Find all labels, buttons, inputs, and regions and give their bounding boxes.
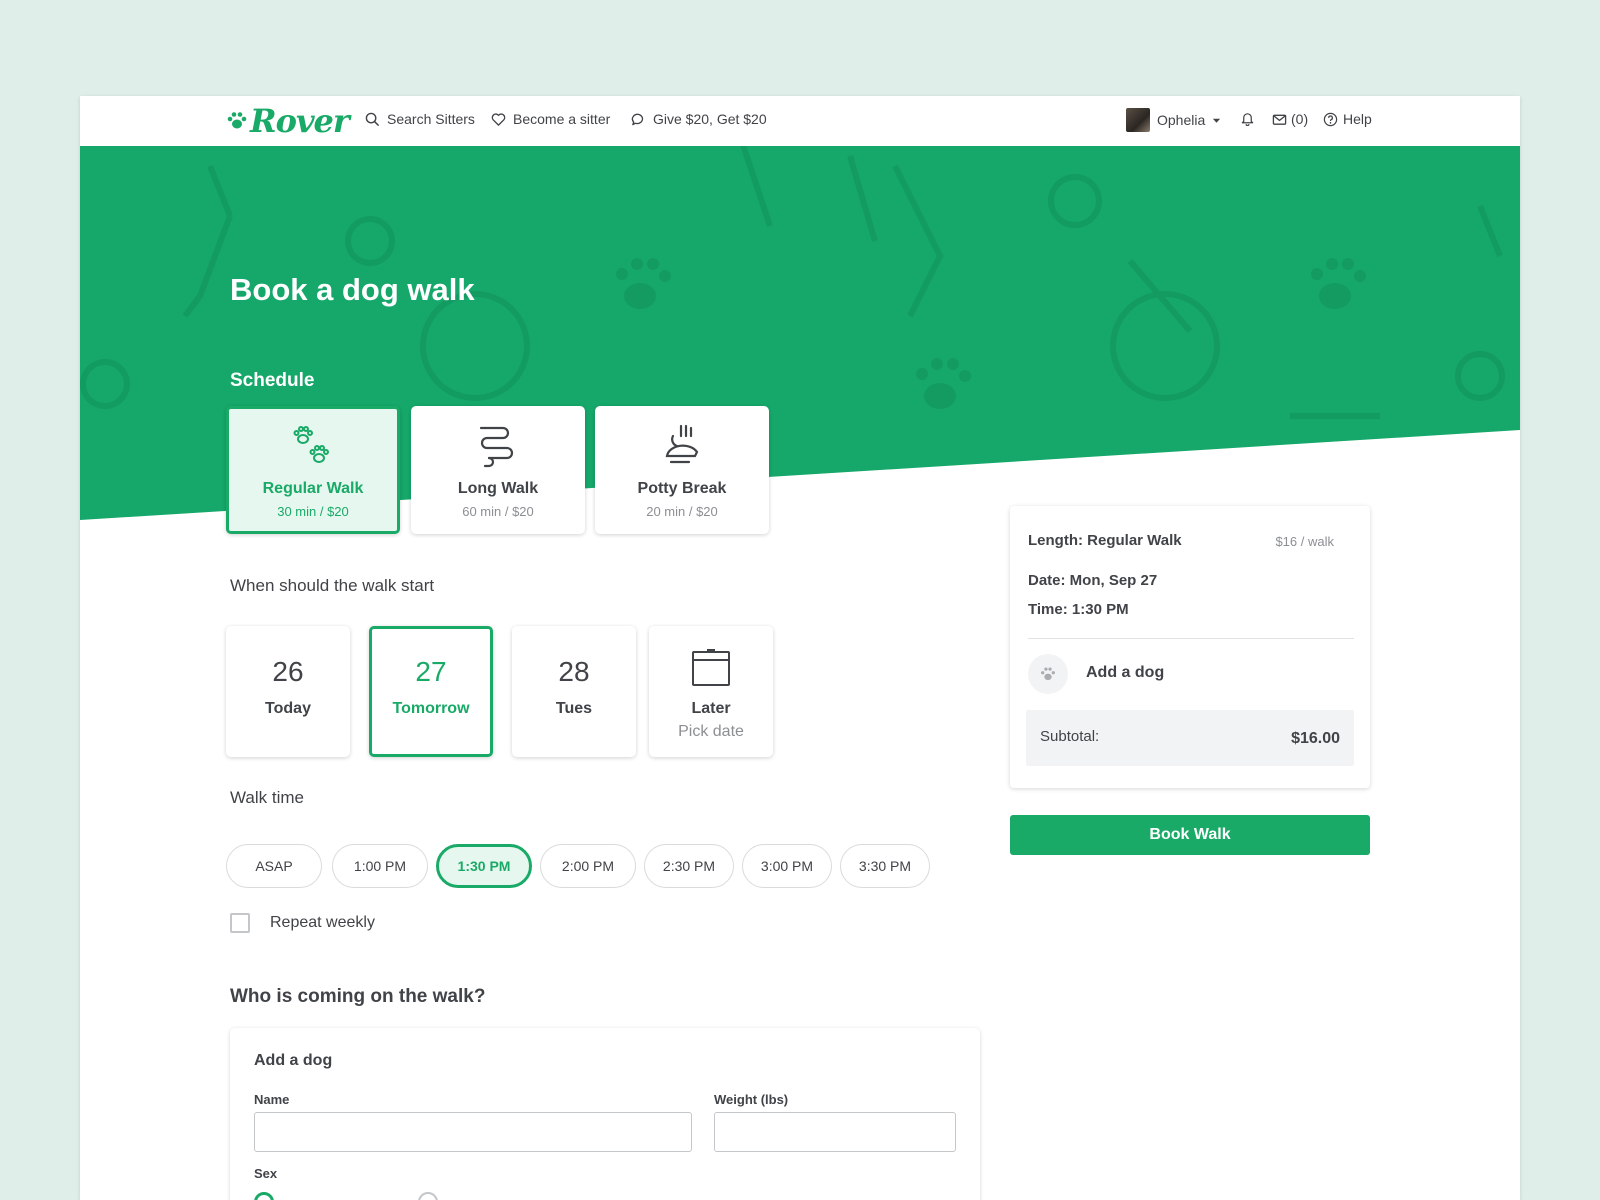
repeat-weekly-checkbox[interactable] xyxy=(230,913,250,933)
search-icon xyxy=(365,112,380,126)
time-option-1-00-pm[interactable]: 1:00 PM xyxy=(332,844,428,888)
help-label: Help xyxy=(1343,111,1372,127)
paw-icon xyxy=(1041,667,1055,681)
booking-summary: Length: Regular Walk $16 / walk Date: Mo… xyxy=(1010,506,1370,788)
bell-icon xyxy=(1241,113,1254,126)
service-name: Potty Break xyxy=(637,480,727,497)
date-day: Later xyxy=(691,700,731,717)
leash-icon xyxy=(479,426,514,468)
time-option-2-00-pm[interactable]: 2:00 PM xyxy=(540,844,636,888)
app-frame: Rover Search Sitters Become a sitter Giv… xyxy=(80,96,1520,1200)
nav-become-sitter[interactable]: Become a sitter xyxy=(491,111,610,127)
time-option-2-30-pm[interactable]: 2:30 PM xyxy=(644,844,734,888)
dog-weight-input[interactable] xyxy=(714,1112,956,1152)
calendar-icon xyxy=(692,649,730,686)
page-title: Book a dog walk xyxy=(230,272,475,307)
date-card-tues[interactable]: 28 Tues xyxy=(512,626,636,757)
subtotal-amount: $16.00 xyxy=(1291,730,1340,747)
date-day: Today xyxy=(265,700,311,717)
chevron-down-icon xyxy=(1213,118,1221,123)
summary-date: Date: Mon, Sep 27 xyxy=(1028,572,1158,589)
nav-search-sitters[interactable]: Search Sitters xyxy=(365,111,475,127)
time-option-asap[interactable]: ASAP xyxy=(226,844,322,888)
messages-count: (0) xyxy=(1291,111,1309,127)
sex-radio-female[interactable] xyxy=(418,1192,438,1200)
service-name: Long Walk xyxy=(457,480,539,497)
date-number: 27 xyxy=(415,656,447,687)
paw-logo-icon xyxy=(227,112,247,129)
weight-label: Weight (lbs) xyxy=(714,1092,789,1107)
summary-price-per-walk: $16 / walk xyxy=(1275,534,1334,549)
sex-radio-male[interactable] xyxy=(254,1192,274,1200)
date-card-today[interactable]: 26 Today xyxy=(226,626,350,757)
book-walk-button[interactable]: Book Walk xyxy=(1010,815,1370,855)
time-option-1-30-pm[interactable]: 1:30 PM xyxy=(436,844,532,888)
service-detail: 60 min / $20 xyxy=(462,504,534,519)
summary-length: Length: Regular Walk xyxy=(1028,532,1182,549)
service-name: Regular Walk xyxy=(262,480,364,497)
nav-label: Give $20, Get $20 xyxy=(653,111,767,127)
add-dog-avatar[interactable] xyxy=(1028,654,1068,694)
name-label: Name xyxy=(254,1092,290,1107)
repeat-weekly-label: Repeat weekly xyxy=(270,914,375,931)
question-circle-icon xyxy=(1323,112,1338,126)
top-navigation: Rover Search Sitters Become a sitter Giv… xyxy=(80,96,1520,146)
chat-bubble-icon xyxy=(631,113,644,125)
date-number: 28 xyxy=(558,656,590,687)
date-question: When should the walk start xyxy=(230,576,435,595)
date-card-later[interactable]: Later Pick date xyxy=(649,626,773,757)
dog-name-input[interactable] xyxy=(254,1112,692,1152)
service-detail: 30 min / $20 xyxy=(277,504,349,519)
service-detail: 20 min / $20 xyxy=(646,504,718,519)
envelope-icon xyxy=(1272,114,1287,125)
nav-give-get[interactable]: Give $20, Get $20 xyxy=(631,111,767,127)
avatar xyxy=(1126,108,1150,132)
walk-time-label: Walk time xyxy=(230,788,304,807)
user-name: Ophelia xyxy=(1157,112,1206,128)
help-link[interactable]: Help xyxy=(1323,111,1372,127)
nav-label: Become a sitter xyxy=(513,111,611,127)
schedule-label: Schedule xyxy=(230,370,315,391)
date-day: Tues xyxy=(555,700,593,717)
subtotal-label: Subtotal: xyxy=(1040,728,1100,745)
add-dog-form: Add a dog Name Weight (lbs) Sex xyxy=(230,1028,980,1200)
summary-add-dog[interactable]: Add a dog xyxy=(1086,664,1164,682)
rover-logo[interactable]: Rover xyxy=(226,102,350,140)
date-number: 26 xyxy=(272,656,304,687)
nav-label: Search Sitters xyxy=(387,111,475,127)
service-card-long-walk[interactable]: Long Walk 60 min / $20 xyxy=(411,406,585,534)
form-title: Add a dog xyxy=(254,1052,333,1069)
summary-divider xyxy=(1028,638,1354,639)
service-card-potty-break[interactable]: Potty Break 20 min / $20 xyxy=(595,406,769,534)
subtotal-box: Subtotal: $16.00 xyxy=(1026,710,1354,766)
notifications-button[interactable] xyxy=(1240,111,1255,126)
paw-prints-icon xyxy=(293,426,329,463)
date-day: Tomorrow xyxy=(392,700,470,717)
summary-time: Time: 1:30 PM xyxy=(1028,601,1129,618)
potty-icon xyxy=(665,424,699,464)
time-option-3-30-pm[interactable]: 3:30 PM xyxy=(840,844,930,888)
sex-label: Sex xyxy=(254,1166,278,1181)
who-coming-title: Who is coming on the walk? xyxy=(230,986,486,1007)
service-card-regular-walk[interactable]: Regular Walk 30 min / $20 xyxy=(226,406,400,534)
messages-button[interactable]: (0) xyxy=(1272,111,1308,127)
date-card-tomorrow[interactable]: 27 Tomorrow xyxy=(369,626,493,757)
heart-icon xyxy=(491,112,506,126)
user-menu[interactable]: Ophelia xyxy=(1126,108,1221,132)
pick-date-label: Pick date xyxy=(678,723,744,740)
logo-wordmark: Rover xyxy=(250,102,350,140)
time-option-3-00-pm[interactable]: 3:00 PM xyxy=(742,844,832,888)
